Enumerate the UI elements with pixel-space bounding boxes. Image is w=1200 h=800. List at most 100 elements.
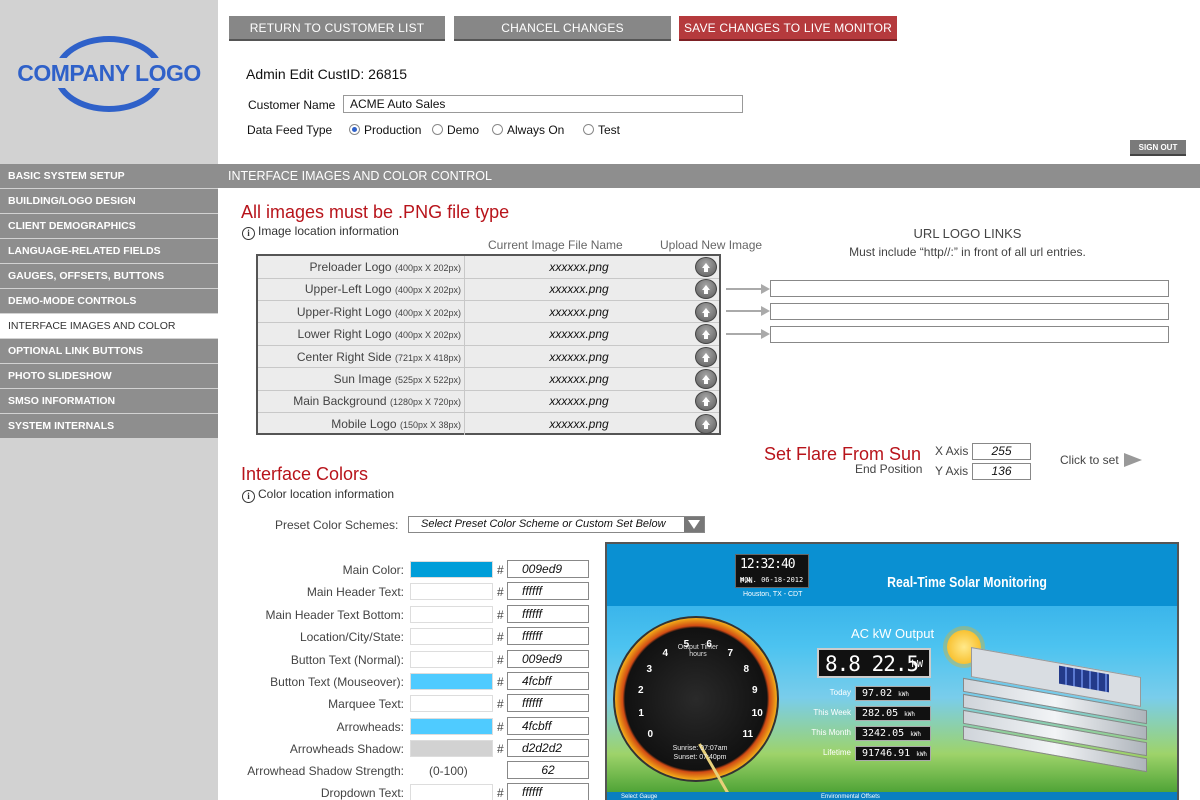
image-name: Upper-Right Logo (400px X 202px) — [296, 304, 461, 319]
hex-input[interactable]: ffffff — [507, 627, 589, 646]
sidebar-item-9[interactable]: SMSO INFORMATION — [0, 389, 218, 413]
sidebar-item-8[interactable]: PHOTO SLIDESHOW — [0, 364, 218, 388]
sidebar-item-0[interactable]: BASIC SYSTEM SETUP — [0, 164, 218, 188]
hex-input[interactable]: 4fcbff — [507, 716, 589, 735]
sidebar-item-5[interactable]: DEMO-MODE CONTROLS — [0, 289, 218, 313]
color-label: Main Header Text: — [306, 585, 404, 600]
upload-icon[interactable] — [695, 391, 717, 412]
lower-right-logo-url-input[interactable] — [770, 326, 1169, 343]
upload-icon[interactable] — [695, 346, 717, 367]
chevron-down-icon — [684, 517, 704, 532]
feed-option-demo[interactable]: Demo — [432, 123, 479, 137]
stat-unit: kWh — [910, 731, 922, 738]
section-header: INTERFACE IMAGES AND COLOR CONTROL — [218, 164, 1200, 188]
color-row: Main Header Text: # ffffff — [230, 582, 592, 602]
ac-output-unit: kW — [910, 659, 923, 670]
color-swatch[interactable] — [410, 740, 493, 758]
upload-icon[interactable] — [695, 324, 717, 345]
sidebar-item-1[interactable]: BUILDING/LOGO DESIGN — [0, 189, 218, 213]
upper-right-logo-url-input[interactable] — [770, 303, 1169, 320]
color-swatch[interactable] — [410, 561, 493, 578]
color-swatch[interactable] — [410, 650, 493, 668]
gauge-tick-label: 4 — [662, 647, 669, 659]
hex-input[interactable]: d2d2d2 — [507, 739, 589, 758]
hex-input[interactable]: 009ed9 — [507, 560, 589, 578]
radio-icon — [349, 124, 360, 135]
sidebar-item-4[interactable]: GAUGES, OFFSETS, BUTTONS — [0, 264, 218, 288]
sidebar: COMPANY LOGO BASIC SYSTEM SETUP BUILDING/… — [0, 0, 218, 800]
feed-option-production[interactable]: Production — [349, 123, 421, 137]
hex-input[interactable]: 009ed9 — [507, 649, 589, 668]
upload-icon[interactable] — [695, 279, 717, 300]
environmental-offsets-label: Environmental Offsets — [821, 794, 880, 800]
gauge-subtitle: hours — [689, 651, 707, 658]
color-swatch[interactable] — [410, 583, 493, 601]
current-file-column-header: Current Image File Name — [488, 238, 623, 252]
color-label: Location/City/State: — [299, 630, 404, 645]
image-file-name: xxxxxx.png — [549, 260, 609, 274]
color-location-info[interactable]: i Color location information — [242, 487, 394, 503]
color-row: Arrowheads Shadow: # d2d2d2 — [230, 739, 592, 759]
hex-input[interactable]: 4fcbff — [507, 672, 589, 690]
y-axis-label: Y Axis — [935, 464, 969, 478]
feed-option-test[interactable]: Test — [583, 123, 620, 137]
color-swatch[interactable] — [410, 784, 493, 800]
image-size: (400px X 202px) — [394, 285, 461, 296]
image-row: Mobile Logo (150px X 38px) xxxxxx.png — [258, 412, 719, 436]
upper-left-logo-url-input[interactable] — [770, 280, 1169, 297]
image-location-info[interactable]: i Image location information — [242, 224, 399, 240]
stat-value: 3242.05 — [862, 728, 905, 739]
hex-input[interactable]: ffffff — [507, 582, 589, 601]
customer-name-input[interactable]: ACME Auto Sales — [343, 95, 743, 113]
color-label: Main Color: — [342, 563, 404, 577]
sidebar-item-7[interactable]: OPTIONAL LINK BUTTONS — [0, 339, 218, 363]
dropdown-text-row: Dropdown Text: # ffffff — [230, 783, 592, 800]
arrow-right-icon — [726, 306, 770, 316]
feed-option-always-on[interactable]: Always On — [492, 123, 564, 137]
url-logo-links-title: URL LOGO LINKS — [913, 226, 1022, 241]
clock-date: MON. 06-18-2012 — [740, 576, 804, 584]
preset-scheme-select[interactable]: Select Preset Color Scheme or Custom Set… — [408, 516, 705, 533]
stat-label: This Week — [813, 708, 851, 717]
sidebar-item-6[interactable]: INTERFACE IMAGES AND COLOR — [0, 314, 218, 338]
upload-icon[interactable] — [695, 301, 717, 322]
hash-symbol: # — [497, 675, 504, 689]
return-to-customer-list-button[interactable]: RETURN TO CUSTOMER LIST — [229, 16, 445, 41]
sidebar-item-10[interactable]: SYSTEM INTERNALS — [0, 414, 218, 438]
hex-input[interactable]: ffffff — [507, 783, 589, 800]
click-to-set-arrow-icon[interactable] — [1124, 453, 1142, 467]
y-axis-input[interactable]: 136 — [972, 463, 1031, 480]
x-axis-input[interactable]: 255 — [972, 443, 1031, 460]
image-row: Center Right Side (721px X 418px) xxxxxx.… — [258, 345, 719, 369]
strength-input[interactable]: 62 — [507, 761, 589, 779]
image-row: Preloader Logo (400px X 202px) xxxxxx.png — [258, 256, 719, 279]
color-swatch[interactable] — [410, 605, 493, 623]
sidebar-item-3[interactable]: LANGUAGE-RELATED FIELDS — [0, 239, 218, 263]
building-icon — [963, 647, 1147, 774]
upload-icon[interactable] — [695, 369, 717, 389]
image-size: (525px X 522px) — [394, 375, 461, 385]
cancel-changes-button[interactable]: CHANCEL CHANGES — [454, 16, 671, 41]
color-row: Main Header Text Bottom: # ffffff — [230, 604, 592, 625]
strength-range-note: (0-100) — [429, 764, 468, 778]
image-file-name: xxxxxx.png — [549, 304, 609, 319]
sidebar-item-2[interactable]: CLIENT DEMOGRAPHICS — [0, 214, 218, 238]
gauge-tick-label: 11 — [742, 729, 754, 741]
arrow-right-icon — [726, 284, 770, 294]
color-swatch[interactable] — [410, 673, 493, 690]
color-swatch[interactable] — [410, 628, 493, 646]
color-swatch[interactable] — [410, 717, 493, 735]
hex-input[interactable]: ffffff — [507, 604, 589, 623]
sign-out-button[interactable]: SIGN OUT — [1130, 140, 1186, 156]
image-file-name: xxxxxx.png — [549, 282, 609, 297]
image-row: Upper-Left Logo (400px X 202px) xxxxxx.pn… — [258, 278, 719, 301]
hex-input[interactable]: ffffff — [507, 694, 589, 713]
customer-name-label: Customer Name — [248, 98, 336, 112]
color-swatch[interactable] — [410, 695, 493, 713]
info-icon: i — [242, 227, 255, 240]
color-label: Main Header Text Bottom: — [265, 607, 404, 622]
upload-icon[interactable] — [695, 257, 717, 277]
stat-label: This Month — [811, 728, 851, 737]
upload-icon[interactable] — [695, 413, 717, 434]
save-changes-button[interactable]: SAVE CHANGES TO LIVE MONITOR — [679, 16, 897, 41]
